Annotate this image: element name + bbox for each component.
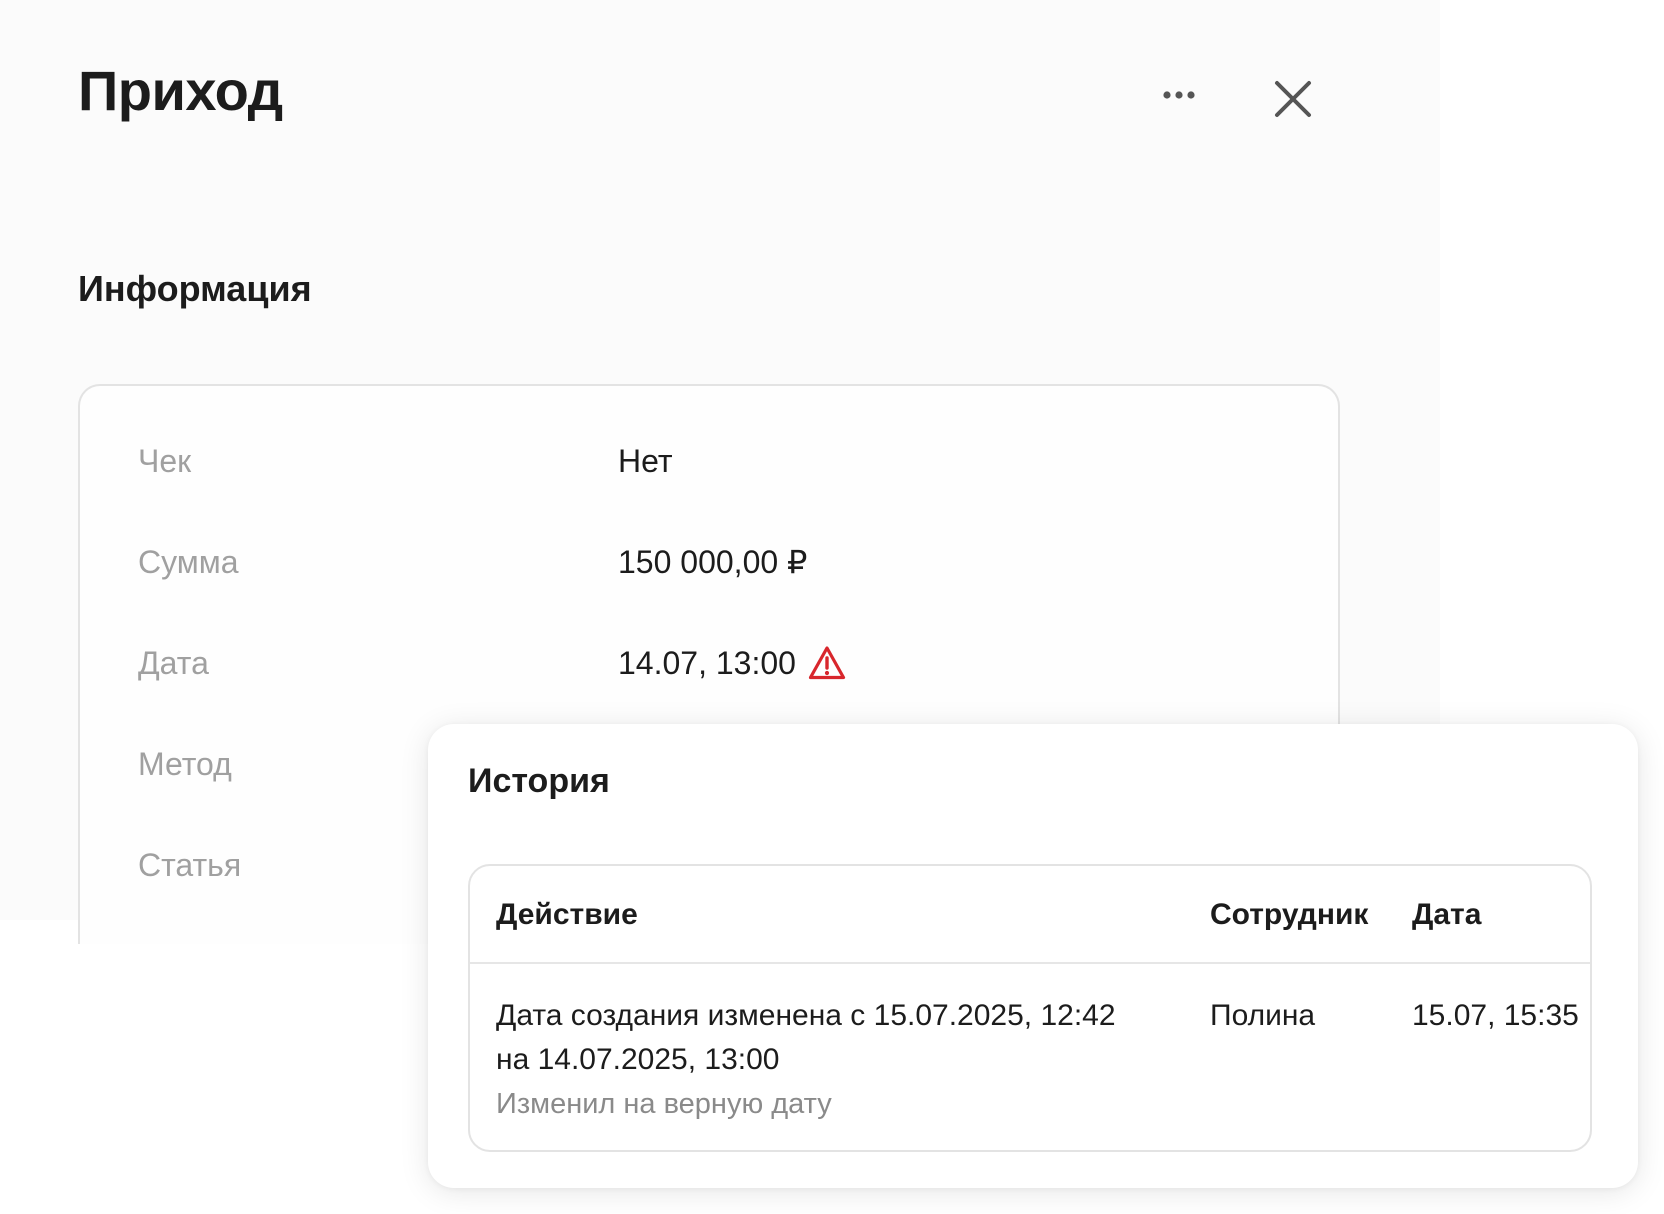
section-title-info: Информация — [78, 268, 312, 309]
history-table-header: Действие Сотрудник Дата — [470, 866, 1590, 964]
history-employee-cell: Полина — [1210, 999, 1316, 1032]
info-label: Сумма — [138, 543, 239, 580]
table-row: Дата создания изменена с 15.07.2025, 12:… — [470, 964, 1590, 1150]
column-header-action: Действие — [496, 898, 638, 931]
info-value-date: 14.07, 13:00 — [618, 645, 846, 682]
history-action-cell: Дата создания изменена с 15.07.2025, 12:… — [496, 994, 1156, 1126]
history-title: История — [468, 762, 610, 800]
history-action-text: Дата создания изменена с 15.07.2025, 12:… — [496, 999, 1116, 1076]
history-comment: Изменил на верную дату — [496, 1088, 832, 1120]
more-horizontal-icon — [1162, 87, 1196, 105]
info-value: 150 000,00 ₽ — [618, 544, 808, 580]
more-button[interactable] — [1150, 74, 1208, 118]
info-row-receipt: Чек Нет — [138, 436, 1238, 486]
close-button[interactable] — [1268, 76, 1318, 126]
history-table: Действие Сотрудник Дата Дата создания из… — [468, 864, 1592, 1152]
column-header-employee: Сотрудник — [1210, 898, 1369, 931]
date-value: 14.07, 13:00 — [618, 644, 796, 681]
page-title: Приход — [78, 59, 283, 122]
history-popover: История Действие Сотрудник Дата Дата соз… — [428, 724, 1638, 1188]
info-row-date: Дата 14.07, 13:00 — [138, 638, 1238, 688]
warning-triangle-icon[interactable] — [808, 645, 846, 681]
info-label: Дата — [138, 644, 209, 681]
info-row-amount: Сумма 150 000,00 ₽ — [138, 537, 1238, 587]
history-date-cell: 15.07, 15:35 — [1412, 999, 1579, 1032]
info-label: Чек — [138, 442, 192, 479]
column-header-date: Дата — [1412, 898, 1482, 931]
canvas: Приход Информация Чек Нет Сумма 150 000,… — [0, 0, 1664, 1214]
info-value: Нет — [618, 442, 673, 479]
close-icon — [1274, 80, 1312, 123]
